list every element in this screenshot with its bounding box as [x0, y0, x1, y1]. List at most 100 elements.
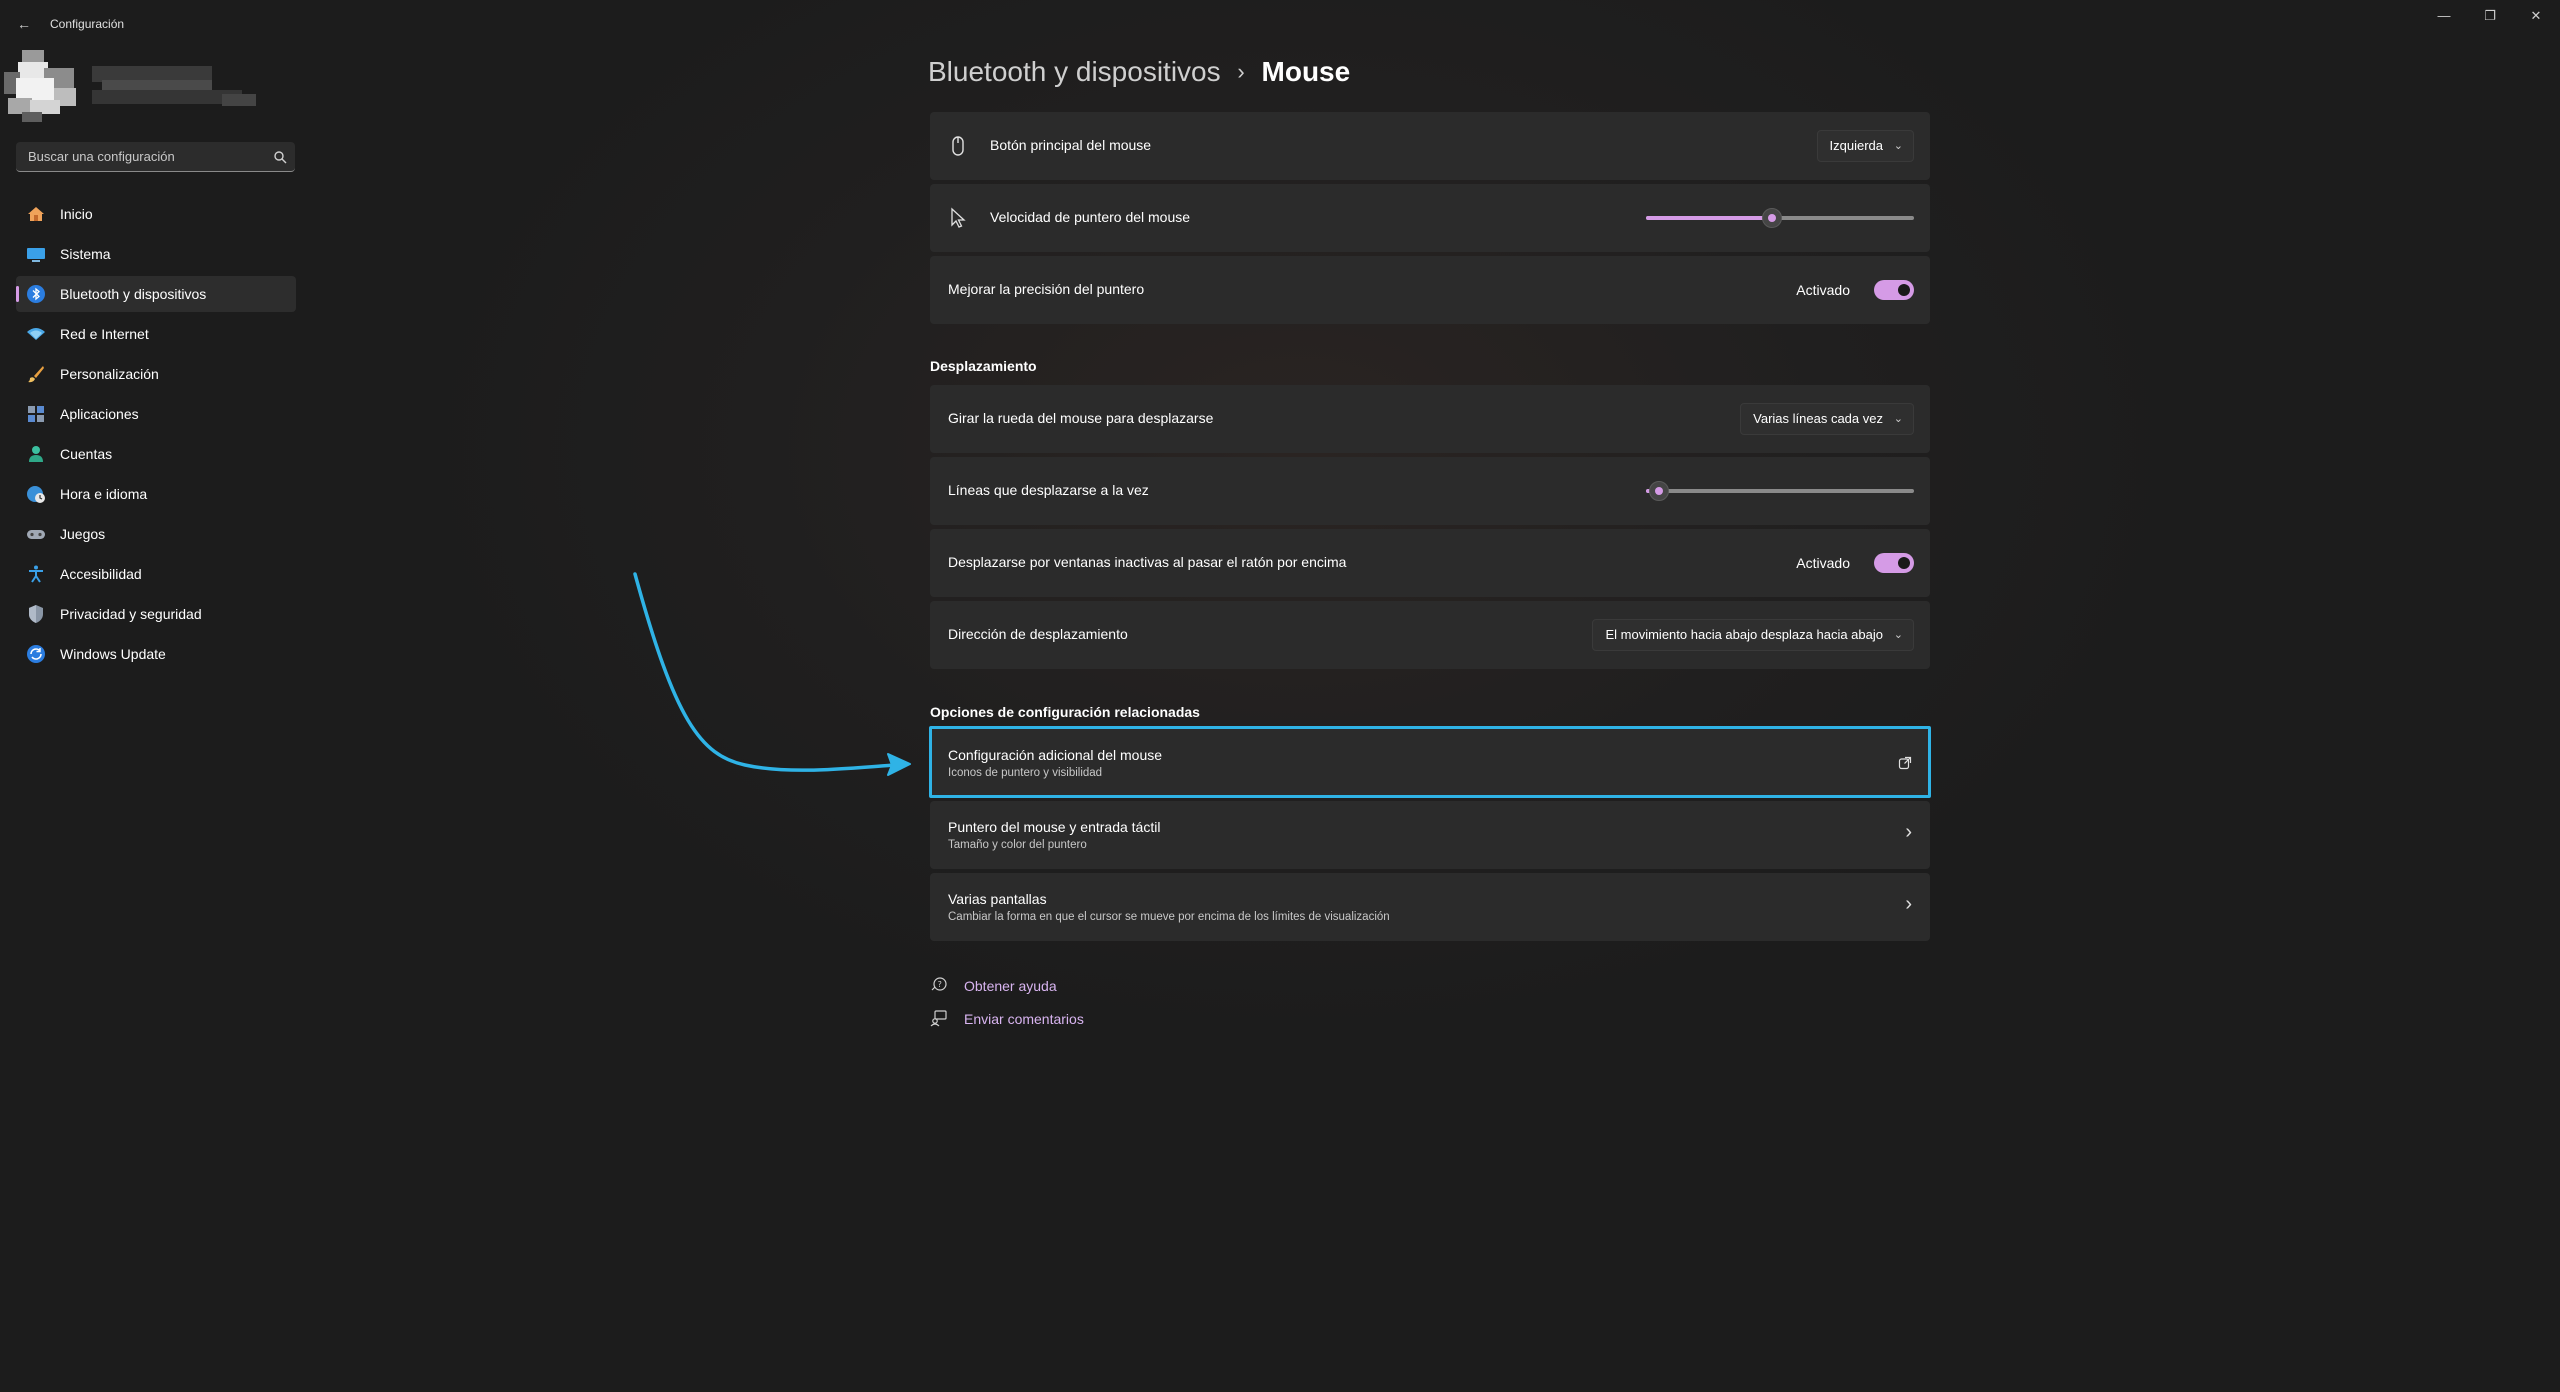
related-item-title: Varias pantallas	[948, 891, 1047, 907]
minimize-icon[interactable]: —	[2424, 6, 2464, 26]
brush-icon	[26, 364, 46, 384]
slider-thumb[interactable]	[1649, 481, 1670, 501]
toggle-state-label: Activado	[1796, 282, 1850, 298]
scroll-lines-slider[interactable]	[1646, 481, 1914, 501]
pointer-precision-toggle[interactable]	[1874, 280, 1914, 300]
sidebar-item-label: Personalización	[60, 366, 159, 382]
toggle-state-label: Activado	[1796, 555, 1850, 571]
wheel-scroll-dropdown[interactable]: Varias líneas cada vez ⌄	[1740, 403, 1914, 435]
feedback-link-label[interactable]: Enviar comentarios	[964, 1011, 1084, 1027]
feedback-icon	[930, 1010, 947, 1027]
sidebar-item-aplicaciones[interactable]: Aplicaciones	[16, 396, 296, 432]
search-box[interactable]	[16, 142, 295, 172]
sidebar-item-hora[interactable]: Hora e idioma	[16, 476, 296, 512]
help-link-label[interactable]: Obtener ayuda	[964, 978, 1057, 994]
shield-icon	[26, 604, 46, 624]
sidebar-item-label: Accesibilidad	[60, 566, 142, 582]
section-title-scrolling: Desplazamiento	[930, 358, 1037, 374]
related-pointer-touch[interactable]: Puntero del mouse y entrada táctil Tamañ…	[930, 801, 1930, 869]
profile-name-blurred	[92, 66, 257, 110]
settings-window: ← Configuración — ❐ ✕ Buscar una configu…	[0, 0, 2560, 1392]
sidebar-item-label: Hora e idioma	[60, 486, 148, 502]
sidebar-item-windows-update[interactable]: Windows Update	[16, 636, 296, 672]
page-title: Mouse	[1261, 56, 1351, 87]
setting-inactive-scroll: Desplazarse por ventanas inactivas al pa…	[930, 529, 1930, 597]
dropdown-value: Varias líneas cada vez	[1753, 411, 1883, 426]
chevron-right-icon: ›	[1905, 821, 1912, 843]
home-icon	[26, 204, 46, 224]
sidebar-item-label: Inicio	[60, 206, 93, 222]
setting-label: Girar la rueda del mouse para desplazars…	[948, 410, 1214, 426]
setting-label: Líneas que desplazarse a la vez	[948, 482, 1149, 498]
breadcrumb-parent[interactable]: Bluetooth y dispositivos	[928, 56, 1221, 87]
cursor-icon	[951, 207, 966, 228]
search-icon[interactable]	[273, 150, 287, 164]
sidebar-item-label: Privacidad y seguridad	[60, 606, 202, 622]
sidebar-item-privacidad[interactable]: Privacidad y seguridad	[16, 596, 296, 632]
scroll-direction-dropdown[interactable]: El movimiento hacia abajo desplaza hacia…	[1592, 619, 1914, 651]
chevron-right-icon: ›	[1905, 893, 1912, 915]
maximize-icon[interactable]: ❐	[2470, 6, 2510, 26]
setting-pointer-precision: Mejorar la precisión del puntero Activad…	[930, 256, 1930, 324]
search-input[interactable]	[26, 142, 256, 170]
sidebar-item-label: Cuentas	[60, 446, 113, 462]
related-item-subtitle: Cambiar la forma en que el cursor se mue…	[948, 911, 1390, 923]
avatar[interactable]	[4, 48, 80, 124]
sidebar-item-label: Bluetooth y dispositivos	[60, 286, 207, 302]
setting-primary-button: Botón principal del mouse Izquierda ⌄	[930, 112, 1930, 180]
svg-text:?: ?	[938, 980, 942, 989]
inactive-scroll-toggle[interactable]	[1874, 553, 1914, 573]
back-arrow-icon[interactable]: ←	[14, 14, 34, 34]
sidebar-item-label: Sistema	[60, 246, 111, 262]
related-additional-mouse-settings[interactable]: Configuración adicional del mouse Iconos…	[930, 729, 1930, 797]
setting-label: Mejorar la precisión del puntero	[948, 281, 1145, 297]
sidebar-item-label: Windows Update	[60, 646, 166, 662]
dropdown-value: Izquierda	[1829, 138, 1883, 153]
wifi-icon	[26, 324, 46, 344]
mouse-icon	[952, 136, 964, 156]
setting-label: Velocidad de puntero del mouse	[990, 209, 1191, 225]
sidebar-item-cuentas[interactable]: Cuentas	[16, 436, 296, 472]
accessibility-icon	[26, 564, 46, 584]
open-external-icon	[1898, 756, 1912, 770]
globe-clock-icon	[26, 484, 46, 504]
slider-thumb[interactable]	[1761, 208, 1782, 228]
setting-scroll-lines: Líneas que desplazarse a la vez	[930, 457, 1930, 525]
setting-wheel-scroll: Girar la rueda del mouse para desplazars…	[930, 385, 1930, 453]
breadcrumb: Bluetooth y dispositivos › Mouse	[928, 56, 1350, 96]
pointer-speed-slider[interactable]	[1646, 208, 1914, 228]
primary-button-dropdown[interactable]: Izquierda ⌄	[1816, 130, 1914, 162]
related-item-title: Puntero del mouse y entrada táctil	[948, 819, 1161, 835]
close-icon[interactable]: ✕	[2516, 6, 2556, 26]
related-item-subtitle: Iconos de puntero y visibilidad	[948, 767, 1103, 779]
sidebar-item-label: Juegos	[60, 526, 106, 542]
related-multiple-displays[interactable]: Varias pantallas Cambiar la forma en que…	[930, 873, 1930, 941]
related-item-subtitle: Tamaño y color del puntero	[948, 839, 1087, 851]
sidebar-item-bluetooth[interactable]: Bluetooth y dispositivos	[16, 276, 296, 312]
bluetooth-icon	[26, 284, 46, 304]
sidebar-item-sistema[interactable]: Sistema	[16, 236, 296, 272]
update-icon	[26, 644, 46, 664]
chevron-down-icon: ⌄	[1893, 140, 1903, 152]
sidebar-item-inicio[interactable]: Inicio	[16, 196, 296, 232]
apps-icon	[26, 404, 46, 424]
breadcrumb-separator: ›	[1237, 59, 1245, 84]
related-item-title: Configuración adicional del mouse	[948, 747, 1163, 763]
sidebar-item-label: Aplicaciones	[60, 406, 139, 422]
dropdown-value: El movimiento hacia abajo desplaza hacia…	[1605, 627, 1883, 642]
sidebar-item-juegos[interactable]: Juegos	[16, 516, 296, 552]
chevron-down-icon: ⌄	[1893, 629, 1903, 641]
monitor-icon	[26, 244, 46, 264]
sidebar-item-red[interactable]: Red e Internet	[16, 316, 296, 352]
setting-pointer-speed: Velocidad de puntero del mouse	[930, 184, 1930, 252]
sidebar-nav: Inicio Sistema Bluetooth y dispositivos …	[16, 196, 296, 676]
help-chat-icon: ?	[931, 977, 947, 991]
window-title: Configuración	[50, 17, 125, 31]
setting-label: Botón principal del mouse	[990, 137, 1152, 153]
sidebar-item-label: Red e Internet	[60, 326, 149, 342]
setting-label: Dirección de desplazamiento	[948, 626, 1128, 642]
sidebar-item-personalizacion[interactable]: Personalización	[16, 356, 296, 392]
setting-label: Desplazarse por ventanas inactivas al pa…	[948, 554, 1347, 570]
setting-scroll-direction: Dirección de desplazamiento El movimient…	[930, 601, 1930, 669]
sidebar-item-accesibilidad[interactable]: Accesibilidad	[16, 556, 296, 592]
